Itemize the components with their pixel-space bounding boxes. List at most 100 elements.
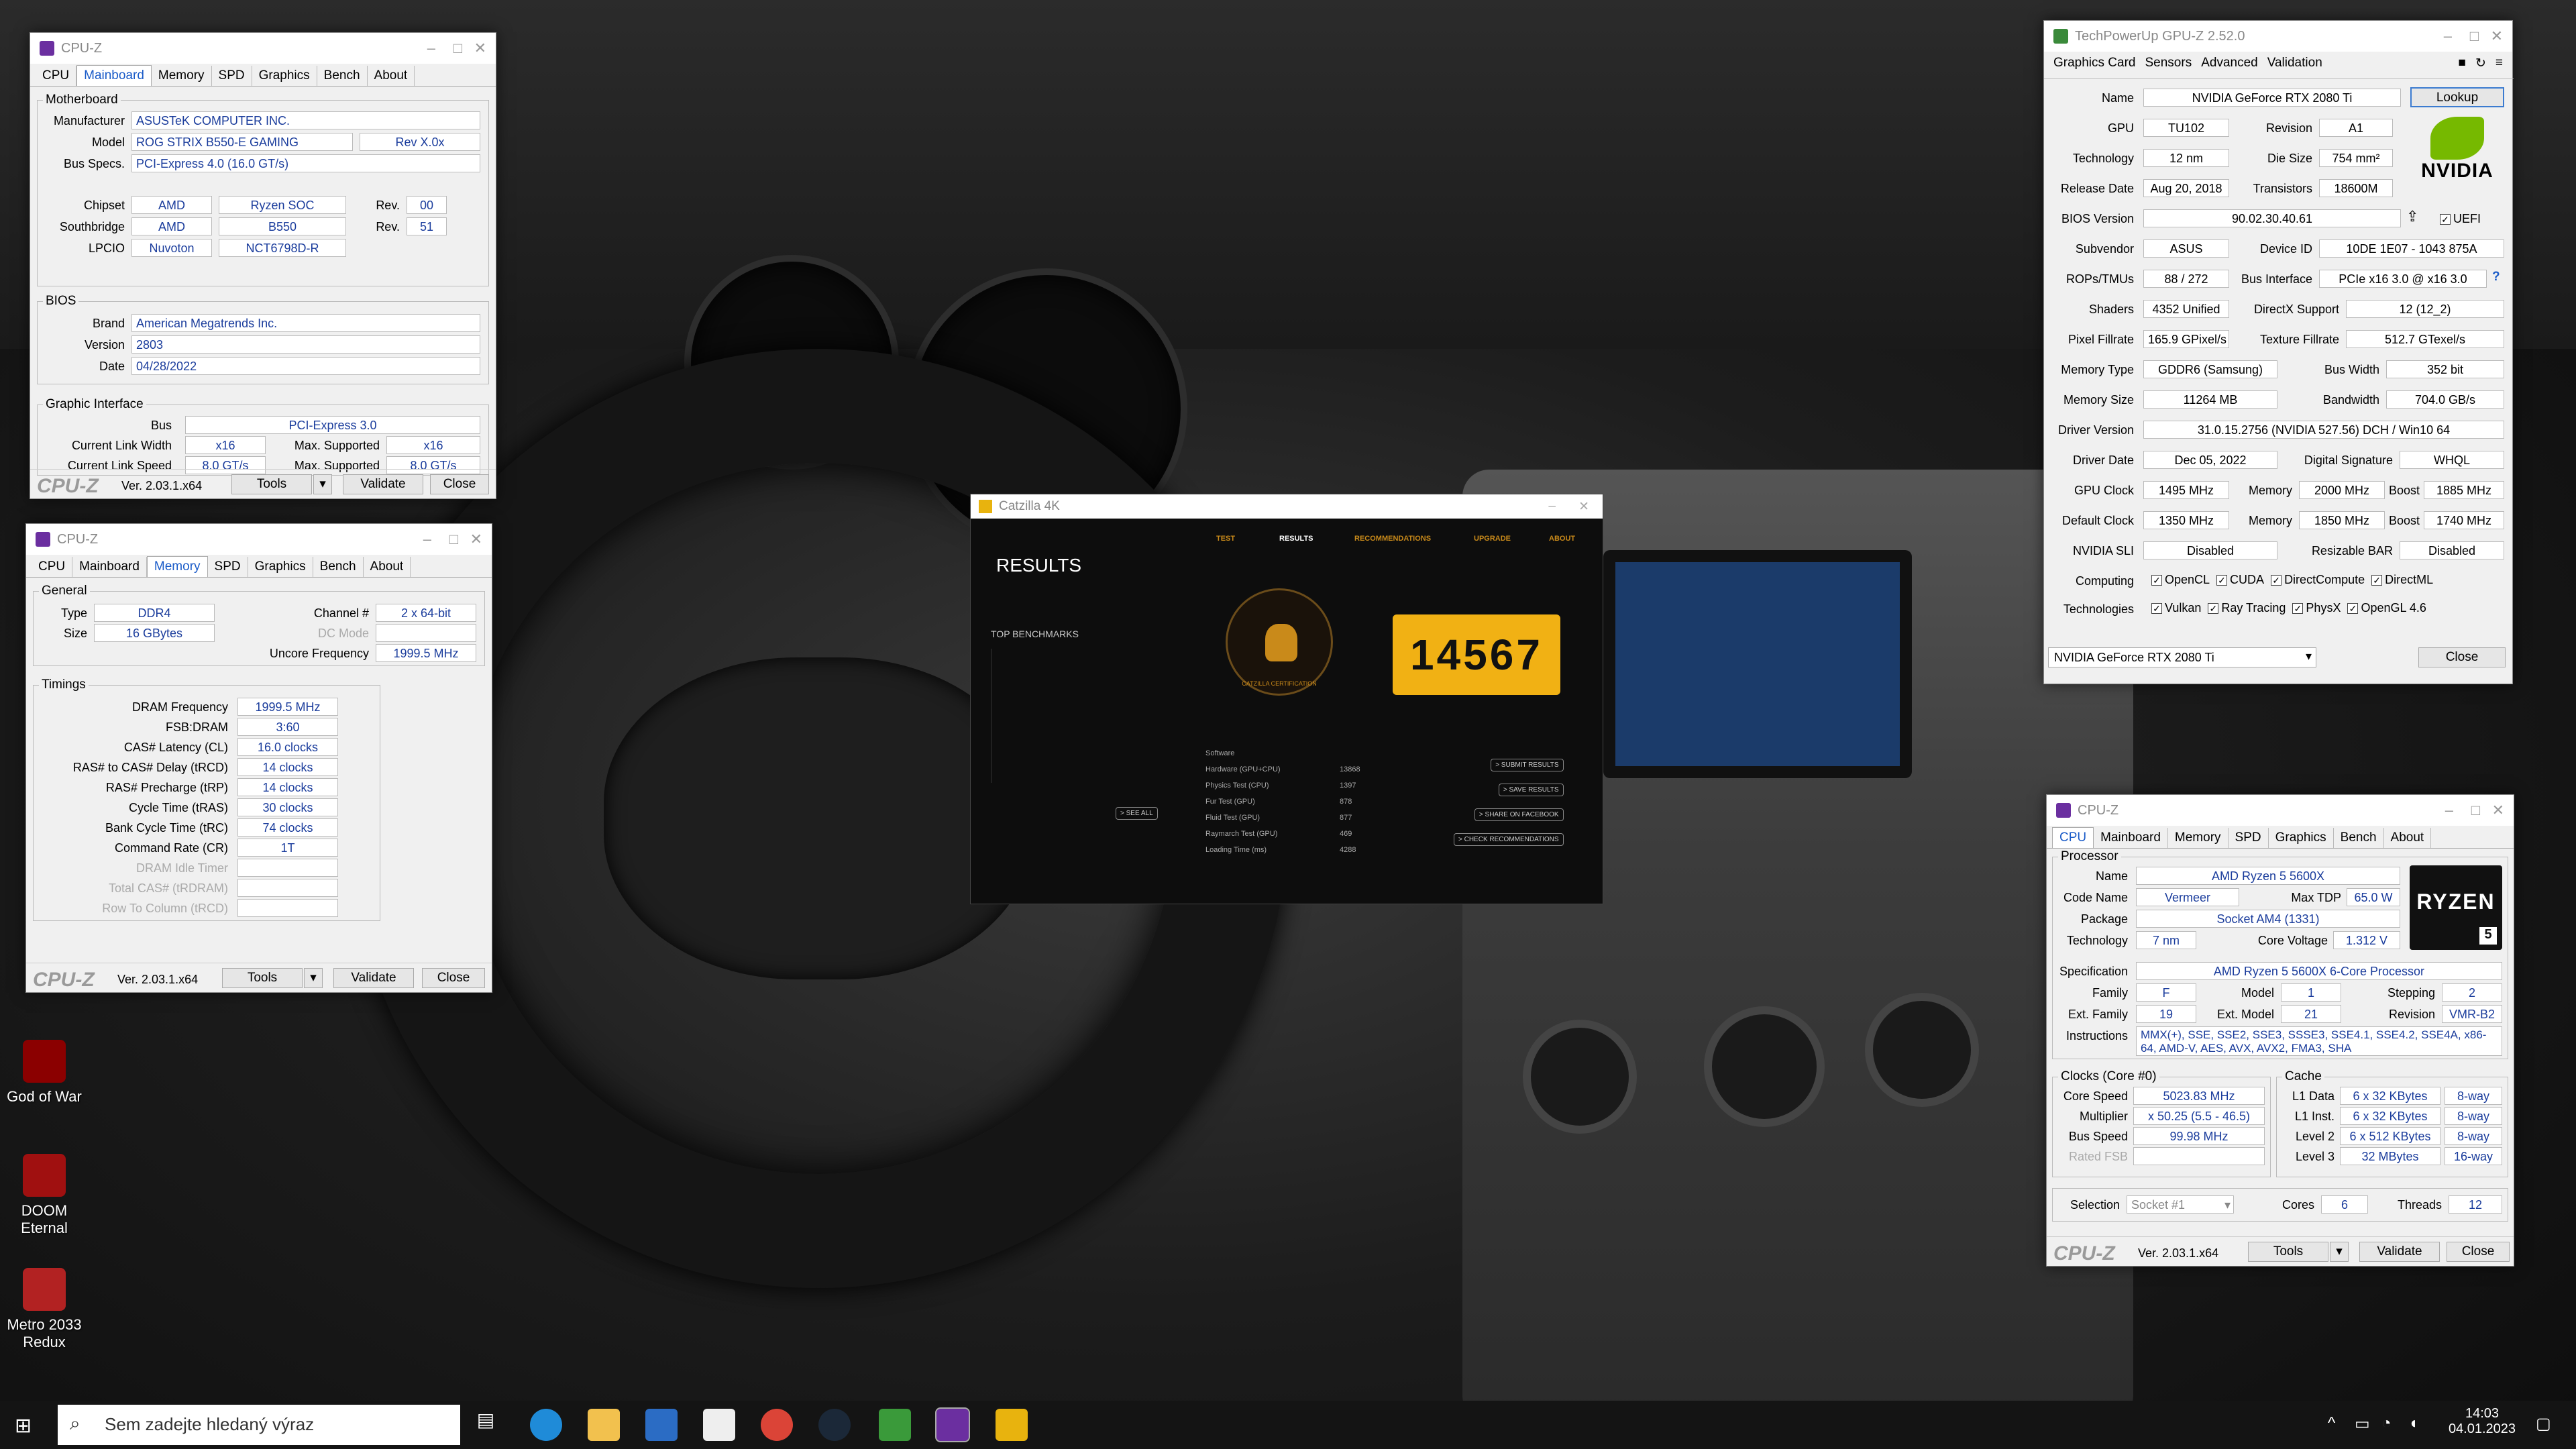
socket-select[interactable]: Socket #1 ▾ (2127, 1195, 2234, 1214)
close-button[interactable]: Close (430, 474, 489, 494)
steam-icon[interactable] (818, 1409, 851, 1441)
close-icon[interactable]: ✕ (470, 531, 482, 548)
title-bar[interactable]: Catzilla 4K – ✕ (971, 494, 1603, 519)
minimize-icon[interactable]: – (423, 531, 431, 548)
validate-button[interactable]: Validate (2359, 1242, 2440, 1262)
tab-spd[interactable]: SPD (2229, 828, 2269, 848)
tools-button[interactable]: Tools (222, 968, 303, 988)
tab-sensors[interactable]: Sensors (2145, 56, 2192, 71)
minimize-icon[interactable]: – (2445, 802, 2453, 819)
minimize-icon[interactable]: – (2444, 28, 2452, 45)
close-button[interactable]: Close (422, 968, 485, 988)
tab-graphics[interactable]: Graphics (252, 66, 317, 86)
tab-cpu[interactable]: CPU (2052, 827, 2094, 848)
maximize-icon[interactable]: □ (2471, 802, 2480, 819)
nav-results[interactable]: RESULTS (1279, 535, 1313, 543)
windows-start-icon[interactable]: ⊞ (15, 1414, 32, 1438)
maximize-icon[interactable]: □ (449, 531, 458, 548)
gpuz-taskbar-icon[interactable] (879, 1409, 911, 1441)
volume-icon[interactable]: ◖ (2408, 1414, 2418, 1433)
taskbar-search-box[interactable]: ⌕ Sem zadejte hledaný výraz (58, 1405, 460, 1445)
title-bar[interactable]: CPU-Z – □ ✕ (2047, 795, 2514, 826)
desktop-icon-doom-eternal[interactable]: DOOM Eternal (4, 1154, 85, 1237)
tab-bench[interactable]: Bench (2334, 828, 2384, 848)
tools-dropdown-icon[interactable]: ▾ (2330, 1242, 2349, 1262)
help-icon[interactable]: ? (2492, 270, 2500, 284)
tab-memory[interactable]: Memory (146, 556, 208, 577)
gpuz-window[interactable]: TechPowerUp GPU-Z 2.52.0 – □ ✕ Graphics … (2043, 20, 2514, 684)
nav-recommendations[interactable]: RECOMMENDATIONS (1354, 535, 1431, 543)
tab-graphics[interactable]: Graphics (2269, 828, 2334, 848)
tab-cpu[interactable]: CPU (32, 557, 73, 577)
close-icon[interactable]: ✕ (2492, 802, 2504, 819)
tab-memory[interactable]: Memory (152, 66, 212, 86)
share-icon[interactable]: ⇪ (2406, 208, 2418, 225)
tools-button[interactable]: Tools (2248, 1242, 2328, 1262)
title-bar[interactable]: CPU-Z – □ ✕ (30, 33, 496, 64)
catzilla-window[interactable]: Catzilla 4K – ✕ TEST RESULTS RECOMMENDAT… (970, 494, 1603, 904)
maximize-icon[interactable]: □ (2470, 28, 2479, 45)
network-icon[interactable]: ◔ (2381, 1414, 2392, 1433)
close-icon[interactable]: ✕ (2491, 28, 2503, 45)
tab-mainboard[interactable]: Mainboard (72, 557, 147, 577)
tab-memory[interactable]: Memory (2168, 828, 2229, 848)
tab-bench[interactable]: Bench (317, 66, 368, 86)
maximize-icon[interactable]: □ (453, 40, 462, 57)
nav-about[interactable]: ABOUT (1549, 535, 1575, 543)
file-explorer-icon[interactable] (588, 1409, 620, 1441)
check-recommendations-button[interactable]: > CHECK RECOMMENDATIONS (1454, 833, 1564, 846)
chrome-icon[interactable] (761, 1409, 793, 1441)
minimize-icon[interactable]: – (1548, 499, 1556, 514)
save-results-button[interactable]: > SAVE RESULTS (1498, 784, 1564, 796)
title-bar[interactable]: TechPowerUp GPU-Z 2.52.0 – □ ✕ (2044, 21, 2512, 52)
close-icon[interactable]: ✕ (1578, 499, 1589, 515)
desktop-icon-metro-2033[interactable]: Metro 2033 Redux (4, 1268, 85, 1351)
lookup-button[interactable]: Lookup (2410, 87, 2504, 107)
see-all-button[interactable]: > SEE ALL (1116, 807, 1158, 820)
tab-about[interactable]: About (364, 557, 411, 577)
tab-about[interactable]: About (2384, 828, 2432, 848)
cpuz-cpu-window[interactable]: CPU-Z – □ ✕ CPU Mainboard Memory SPD Gra… (2046, 794, 2514, 1267)
share-facebook-button[interactable]: > SHARE ON FACEBOOK (1474, 808, 1564, 821)
tab-graphics[interactable]: Graphics (248, 557, 313, 577)
tools-dropdown-icon[interactable]: ▾ (304, 968, 323, 988)
notifications-icon[interactable]: ▢ (2536, 1414, 2551, 1434)
tab-mainboard[interactable]: Mainboard (76, 65, 152, 86)
desktop-icon-god-of-war[interactable]: God of War (4, 1040, 85, 1106)
tab-spd[interactable]: SPD (212, 66, 252, 86)
nav-test[interactable]: TEST (1216, 535, 1235, 543)
task-view-icon[interactable]: ▤ (470, 1409, 502, 1441)
tab-mainboard[interactable]: Mainboard (2094, 828, 2168, 848)
tab-advanced[interactable]: Advanced (2201, 56, 2258, 71)
tray-device-icon[interactable]: ▭ (2355, 1414, 2370, 1434)
submit-results-button[interactable]: > SUBMIT RESULTS (1491, 759, 1564, 771)
minimize-icon[interactable]: – (427, 40, 435, 57)
tray-chevron-icon[interactable]: ^ (2328, 1414, 2335, 1433)
catzilla-taskbar-icon[interactable] (996, 1409, 1028, 1441)
tools-button[interactable]: Tools (231, 474, 312, 494)
tab-spd[interactable]: SPD (208, 557, 248, 577)
mail-icon[interactable] (703, 1409, 735, 1441)
validate-button[interactable]: Validate (343, 474, 423, 494)
edge-icon[interactable] (530, 1409, 562, 1441)
store-icon[interactable] (645, 1409, 678, 1441)
tab-validation[interactable]: Validation (2267, 56, 2322, 71)
refresh-icon[interactable]: ↻ (2475, 56, 2486, 71)
tab-about[interactable]: About (368, 66, 415, 86)
tab-cpu[interactable]: CPU (36, 66, 77, 86)
gpu-select-dropdown[interactable]: NVIDIA GeForce RTX 2080 Ti ▾ (2048, 647, 2316, 667)
close-button[interactable]: Close (2418, 647, 2506, 667)
close-button[interactable]: Close (2447, 1242, 2510, 1262)
taskbar-clock[interactable]: 14:03 04.01.2023 (2442, 1406, 2522, 1437)
cpuz-memory-window[interactable]: CPU-Z – □ ✕ CPU Mainboard Memory SPD Gra… (25, 523, 492, 993)
nav-upgrade[interactable]: UPGRADE (1474, 535, 1511, 543)
tools-dropdown-icon[interactable]: ▾ (313, 474, 332, 494)
validate-button[interactable]: Validate (333, 968, 414, 988)
tab-graphics-card[interactable]: Graphics Card (2053, 56, 2136, 71)
title-bar[interactable]: CPU-Z – □ ✕ (26, 524, 492, 555)
camera-icon[interactable]: ■ (2459, 56, 2466, 71)
cpuz-mainboard-window[interactable]: CPU-Z – □ ✕ CPU Mainboard Memory SPD Gra… (30, 32, 496, 499)
close-icon[interactable]: ✕ (474, 40, 486, 57)
tab-bench[interactable]: Bench (313, 557, 364, 577)
cpuz-taskbar-icon[interactable] (935, 1407, 970, 1442)
